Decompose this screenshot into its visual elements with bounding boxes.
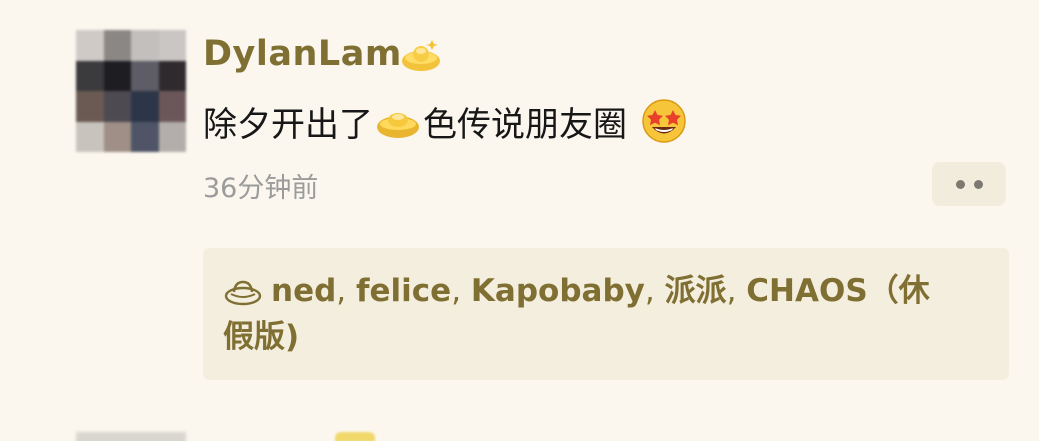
avatar-pixel [76,60,104,91]
liker-name-continued[interactable]: 假版) [223,314,985,360]
avatar-pixel [76,121,104,152]
more-actions-button[interactable] [932,162,1006,206]
avatar-pixel [76,91,104,122]
gold-ingot-icon [402,40,440,71]
moments-post: DylanLam 除夕开出了 色传说朋友圈 36分钟前 ned , felice… [0,0,1039,441]
liker-name[interactable]: 派派 [665,268,727,314]
avatar-pixel [158,30,186,61]
post-text-before: 除夕开出了 [203,104,373,145]
avatar-pixel [131,30,159,61]
liker-name[interactable]: CHAOS（休 [746,268,929,314]
gold-ingot-icon [377,113,419,138]
avatar-pixel [103,91,131,122]
liker-name[interactable]: felice [356,268,451,314]
liker-separator: , [644,273,665,309]
more-dot [973,179,983,189]
avatar[interactable] [76,30,186,152]
next-post-badge [335,432,375,441]
avatar-pixel [103,60,131,91]
next-post-avatar [76,432,186,441]
avatar-pixel [131,60,159,91]
post-time: 36分钟前 [203,173,319,204]
avatar-pixel [158,121,186,152]
liker-separator: , [336,273,357,309]
liker-separator: , [451,273,471,309]
avatar-pixel [158,91,186,122]
liker-name[interactable]: ned [271,268,336,314]
liker-separator: , [726,273,747,309]
star-struck-emoji-icon [642,99,686,143]
liker-name[interactable]: Kapobaby [471,268,645,314]
avatar-pixel [131,91,159,122]
post-text-after: 色传说朋友圈 [423,104,627,145]
likes-list: ned, felice, Kapobaby, 派派, CHAOS（休 [223,268,985,314]
avatar-pixel [103,30,131,61]
more-dot [955,179,965,189]
avatar-pixel [103,121,131,152]
post-content: 除夕开出了 色传说朋友圈 [203,96,689,146]
ingot-outline-icon [224,280,262,306]
username-link[interactable]: DylanLam [203,34,402,74]
avatar-pixel [76,30,104,61]
avatar-pixel [131,121,159,152]
likes-panel: ned, felice, Kapobaby, 派派, CHAOS（休 假版) [203,248,1009,380]
avatar-pixel [158,60,186,91]
